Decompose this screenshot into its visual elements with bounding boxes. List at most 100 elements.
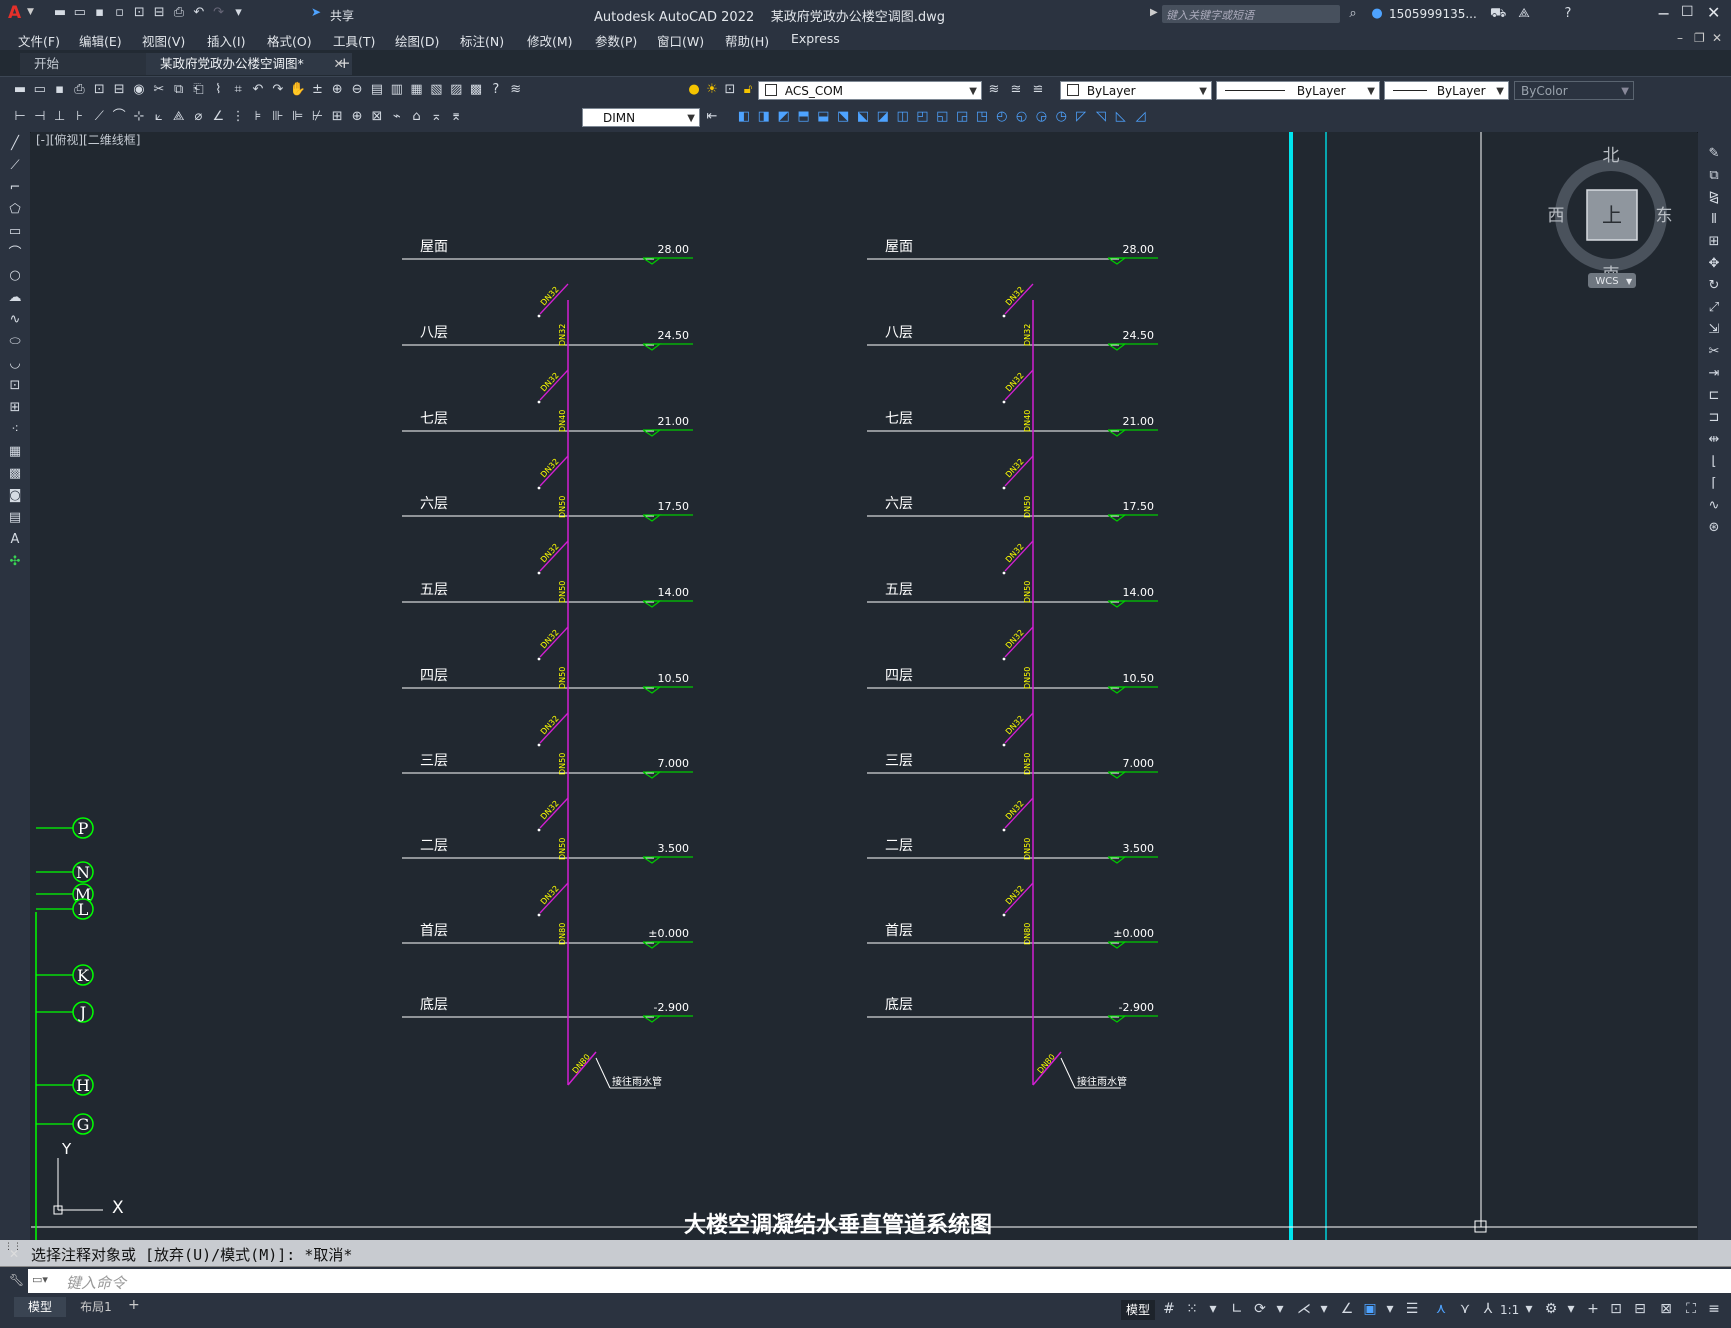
- annotation-scale-value[interactable]: 1:1: [1500, 1303, 1519, 1317]
- extrude-faces-icon[interactable]: ⬒: [795, 109, 811, 125]
- riser-size-label[interactable]: DN80: [558, 923, 567, 945]
- elevation-value[interactable]: 7.000: [1123, 757, 1155, 770]
- layer-previous-icon[interactable]: ≊: [1008, 82, 1024, 98]
- layer-state-icon[interactable]: ≌: [1030, 82, 1046, 98]
- redo-icon[interactable]: ↷: [211, 5, 227, 21]
- recent-commands-icon[interactable]: ▭▾: [32, 1273, 48, 1286]
- floor-name[interactable]: 首层: [420, 923, 448, 939]
- floor-name[interactable]: 六层: [420, 496, 448, 512]
- zoom-previous-icon[interactable]: ⊖: [349, 82, 365, 98]
- publish-icon[interactable]: ⊟: [111, 82, 127, 98]
- join-icon[interactable]: ⇹: [1706, 432, 1722, 448]
- erase-icon[interactable]: ✎: [1706, 146, 1722, 162]
- dim-tedit-icon[interactable]: ⌆: [448, 109, 464, 125]
- revcloud-icon[interactable]: ☁: [7, 290, 23, 306]
- layer-properties-icon[interactable]: ≋: [508, 82, 524, 98]
- riser-size-label[interactable]: DN32: [1023, 324, 1032, 346]
- riser-size-label[interactable]: DN50: [1023, 753, 1032, 775]
- floor-name[interactable]: 四层: [885, 668, 913, 684]
- scale-icon[interactable]: ⤢: [1706, 300, 1722, 316]
- snap-icon[interactable]: ⁙: [1182, 1301, 1202, 1317]
- dimstyle-dropdown[interactable]: DIMN ▼: [582, 108, 700, 127]
- drawing-title[interactable]: 大楼空调凝结水垂直管道系统图: [684, 1212, 992, 1238]
- outlet-note[interactable]: 接往雨水管: [1077, 1075, 1127, 1088]
- workspace-menu-chevron-icon[interactable]: ▾: [1561, 1301, 1581, 1317]
- riser-size-label[interactable]: DN50: [558, 667, 567, 689]
- save-icon[interactable]: ▪: [92, 5, 108, 21]
- floor-name[interactable]: 七层: [885, 411, 913, 427]
- grid-bubble-label[interactable]: L: [78, 900, 89, 919]
- pan-icon[interactable]: ✋: [290, 82, 306, 98]
- color-faces-icon[interactable]: ◱: [934, 109, 950, 125]
- rotate-icon[interactable]: ↻: [1706, 278, 1722, 294]
- plot-icon[interactable]: ⎙: [171, 5, 187, 21]
- riser-size-label[interactable]: DN32: [558, 324, 567, 346]
- zoom-realtime-icon[interactable]: ±: [309, 82, 325, 98]
- note-leader[interactable]: [595, 1057, 611, 1089]
- array-icon[interactable]: ⊞: [1706, 234, 1722, 250]
- point-icon[interactable]: ⁖: [7, 422, 23, 438]
- taper-faces-icon[interactable]: ◫: [895, 109, 911, 125]
- calculator-icon[interactable]: ▩: [468, 82, 484, 98]
- elevation-value[interactable]: 10.50: [658, 672, 690, 685]
- floor-name[interactable]: 二层: [420, 838, 448, 854]
- floor-name[interactable]: 二层: [885, 838, 913, 854]
- move-icon[interactable]: ✥: [1706, 256, 1722, 272]
- preview-icon[interactable]: ⊡: [91, 82, 107, 98]
- polar-icon[interactable]: ⟳: [1250, 1301, 1270, 1317]
- branch-end-point[interactable]: [537, 657, 541, 661]
- autodesk-app-icon[interactable]: ⟁: [1516, 6, 1532, 22]
- save-tool-icon[interactable]: ▪: [52, 82, 68, 98]
- jogged-linear-icon[interactable]: ⌁: [389, 109, 405, 125]
- tolerance-icon[interactable]: ⊞: [329, 109, 345, 125]
- dim-text-edit-icon[interactable]: ⌅: [428, 109, 444, 125]
- riser-size-label[interactable]: DN50: [1023, 496, 1032, 518]
- layer-thaw-icon[interactable]: ☀: [704, 82, 720, 98]
- branch-end-point[interactable]: [537, 743, 541, 747]
- make-current-icon[interactable]: ≋: [986, 82, 1002, 98]
- elevation-value[interactable]: 10.50: [1123, 672, 1155, 685]
- share-button[interactable]: 共享: [330, 7, 354, 24]
- ortho-icon[interactable]: ∟: [1227, 1301, 1247, 1317]
- cut-icon[interactable]: ✂: [151, 82, 167, 98]
- minimize-button[interactable]: −: [1657, 4, 1670, 23]
- blend-icon[interactable]: ∿: [1706, 498, 1722, 514]
- branch-end-point[interactable]: [537, 913, 541, 917]
- new-file-icon[interactable]: ▬: [52, 5, 68, 21]
- grid-icon[interactable]: #: [1159, 1301, 1179, 1317]
- drawing-canvas[interactable]: [-][俯视][二维线框] 屋面 28.00 八层 24.50 七层 21.00 六层 17.…: [31, 132, 1697, 1240]
- layout-tab-layout1[interactable]: 布局1: [70, 1297, 122, 1317]
- floor-name[interactable]: 六层: [885, 496, 913, 512]
- graphics-performance-icon[interactable]: ⊠: [1656, 1301, 1676, 1317]
- new-tab-button[interactable]: +: [338, 54, 351, 72]
- save-to-web-icon[interactable]: ⊟: [151, 5, 167, 21]
- isodraft-icon[interactable]: ⋌: [1294, 1301, 1314, 1317]
- elevation-value[interactable]: 24.50: [658, 329, 690, 342]
- redo-tool-icon[interactable]: ↷: [270, 82, 286, 98]
- flatshot-icon[interactable]: ◺: [1113, 109, 1129, 125]
- menu-edit[interactable]: 编辑(E): [79, 31, 122, 50]
- riser-size-label[interactable]: DN50: [1023, 667, 1032, 689]
- save-as-icon[interactable]: ▫: [111, 5, 127, 21]
- branch-end-point[interactable]: [537, 314, 541, 318]
- compass-east-label[interactable]: 东: [1656, 206, 1673, 226]
- dim-break-icon[interactable]: ⊬: [309, 109, 325, 125]
- customization-icon[interactable]: ≡: [1704, 1301, 1724, 1317]
- mtext-icon[interactable]: A: [7, 532, 23, 548]
- grid-bubble-label[interactable]: J: [78, 1003, 86, 1022]
- branch-end-point[interactable]: [537, 486, 541, 490]
- branch-end-point[interactable]: [1002, 571, 1006, 575]
- elevation-value[interactable]: 14.00: [1123, 586, 1155, 599]
- layer-dropdown[interactable]: ACS_COM ▼: [758, 81, 982, 100]
- markup-icon[interactable]: ▨: [448, 82, 464, 98]
- dim-space-icon[interactable]: ⊫: [290, 109, 306, 125]
- floor-name[interactable]: 底层: [885, 997, 913, 1013]
- match-properties-icon[interactable]: ⌇: [210, 82, 226, 98]
- help-tool-icon[interactable]: ?: [488, 82, 504, 98]
- imprint-icon[interactable]: ◴: [994, 109, 1010, 125]
- doc-minimize-button[interactable]: –: [1677, 31, 1683, 45]
- auto-scale-icon[interactable]: ⋎: [1455, 1301, 1475, 1317]
- close-command-icon[interactable]: ✕: [9, 1247, 19, 1261]
- branch-end-point[interactable]: [537, 828, 541, 832]
- annotation-visibility-icon[interactable]: ⋏: [1431, 1301, 1451, 1317]
